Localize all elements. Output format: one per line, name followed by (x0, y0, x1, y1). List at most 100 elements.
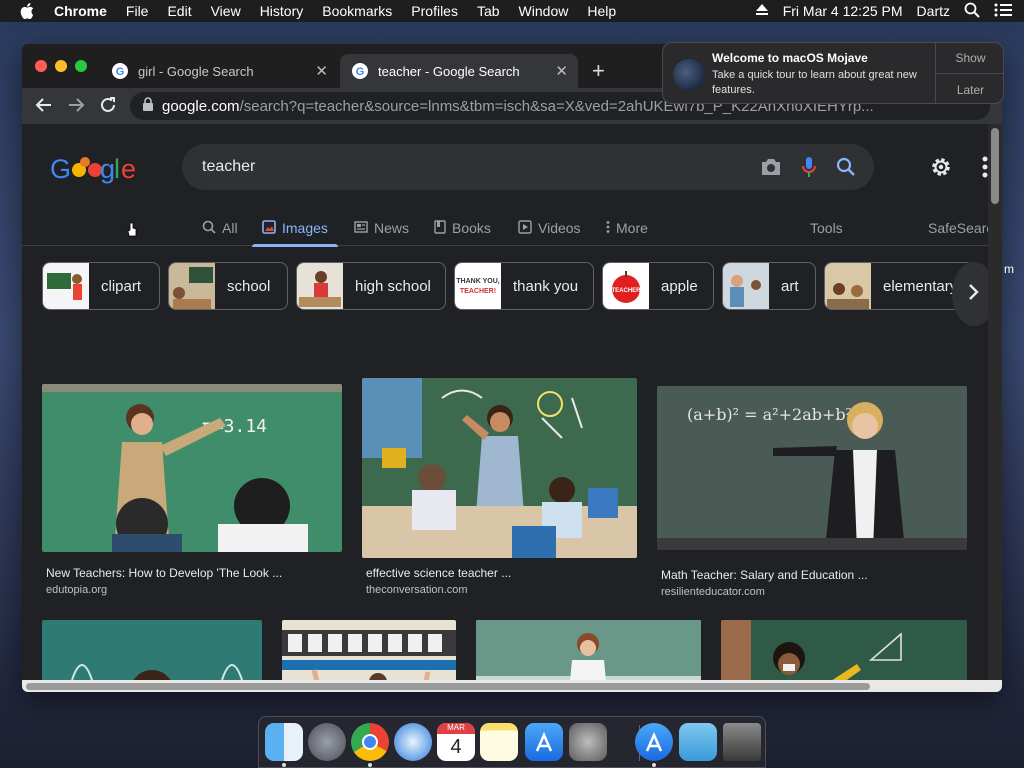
menu-bookmarks[interactable]: Bookmarks (322, 3, 392, 19)
safari-icon[interactable] (394, 723, 432, 761)
result-title[interactable]: effective science teacher ... (366, 566, 511, 580)
menu-file[interactable]: File (126, 3, 149, 19)
tab-books[interactable]: Books (434, 210, 491, 246)
result-thumbnail[interactable]: (a+b)² = a²+2ab+b² (657, 386, 967, 550)
lock-icon[interactable] (142, 97, 154, 115)
chip-label: elementary (883, 277, 958, 295)
result-thumbnail[interactable] (42, 620, 262, 680)
chip-thank-you[interactable]: THANK YOU, TEACHER! thank you (454, 262, 594, 310)
voice-search-icon[interactable] (802, 156, 816, 183)
menu-profiles[interactable]: Profiles (411, 3, 458, 19)
chip-school[interactable]: school (168, 262, 288, 310)
close-tab-icon[interactable]: ✕ (555, 62, 568, 80)
calendar-icon[interactable]: MAR 4 (437, 723, 475, 761)
minimize-window-button[interactable] (55, 60, 67, 72)
chip-elementary[interactable]: elementary (824, 262, 974, 310)
finder-icon[interactable] (265, 723, 303, 761)
app-store-download-icon[interactable] (635, 723, 673, 761)
menu-view[interactable]: View (211, 3, 241, 19)
tab-girl-search[interactable]: G girl - Google Search ✕ (100, 54, 338, 88)
chips-next-button[interactable] (952, 262, 988, 326)
app-store-icon[interactable] (525, 723, 563, 761)
scrollbar-thumb[interactable] (991, 128, 999, 204)
tab-videos[interactable]: Videos (518, 210, 581, 246)
image-result[interactable]: effective science teacher ... theconvers… (362, 378, 637, 604)
chip-apple[interactable]: TEACHER apple (602, 262, 714, 310)
result-source[interactable]: edutopia.org (46, 584, 107, 596)
tab-images[interactable]: Images (252, 210, 338, 247)
result-thumbnail[interactable] (721, 620, 967, 680)
tools-button[interactable]: Tools (810, 210, 843, 246)
back-button[interactable] (34, 96, 54, 116)
tab-news[interactable]: News (354, 210, 409, 246)
mojave-icon (673, 59, 705, 91)
chalkboard-text: (a+b)² = a²+2ab+b² (687, 405, 852, 424)
new-tab-button[interactable]: + (592, 58, 605, 84)
image-result[interactable]: π=3.14 New Teachers: How to Develop 'The… (42, 384, 342, 604)
notification-show-button[interactable]: Show (936, 43, 1003, 74)
horizontal-scrollbar[interactable] (22, 680, 1002, 692)
result-thumbnail[interactable] (362, 378, 637, 558)
result-thumbnail[interactable] (282, 620, 456, 680)
close-tab-icon[interactable]: ✕ (315, 62, 328, 80)
result-source[interactable]: resilienteducator.com (661, 586, 765, 598)
notification-later-button[interactable]: Later (936, 74, 1003, 103)
image-result[interactable] (282, 620, 456, 680)
tab-teacher-search[interactable]: G teacher - Google Search ✕ (340, 54, 578, 88)
menu-help[interactable]: Help (587, 3, 616, 19)
menu-clock[interactable]: Fri Mar 4 12:25 PM (783, 3, 903, 19)
chrome-icon[interactable] (351, 723, 389, 761)
calendar-day: 4 (450, 736, 462, 758)
search-icon[interactable] (836, 157, 856, 182)
image-result[interactable] (721, 620, 967, 680)
chip-art[interactable]: art (722, 262, 816, 310)
apple-icon[interactable] (20, 3, 34, 19)
search-tabs: All Images News Books Videos More Tools … (22, 210, 988, 247)
forward-button[interactable] (66, 96, 86, 116)
safesearch-button[interactable]: SafeSearch (928, 210, 988, 246)
notification-center-icon[interactable] (994, 3, 1012, 20)
tab-label: More (616, 220, 648, 236)
trash-icon[interactable] (723, 723, 761, 761)
tab-label: Books (452, 220, 491, 236)
launchpad-icon[interactable] (308, 723, 346, 761)
search-input[interactable]: teacher (182, 144, 874, 190)
result-thumbnail[interactable] (476, 620, 701, 680)
chip-high-school[interactable]: high school (296, 262, 446, 310)
eject-icon[interactable] (755, 3, 769, 19)
result-source[interactable]: theconversation.com (366, 584, 468, 596)
reload-button[interactable] (98, 96, 118, 116)
svg-text:THANK YOU,: THANK YOU, (456, 278, 499, 285)
image-result[interactable] (476, 620, 701, 680)
google-doodle-logo[interactable]: G g l e (48, 148, 138, 188)
downloads-folder-icon[interactable] (679, 723, 717, 761)
tab-all[interactable]: All (202, 210, 238, 246)
dock: MAR 4 (258, 716, 766, 768)
menu-app-name[interactable]: Chrome (54, 3, 107, 19)
chip-label: clipart (101, 277, 142, 295)
result-thumbnail[interactable]: π=3.14 (42, 384, 342, 552)
zoom-window-button[interactable] (75, 60, 87, 72)
system-preferences-icon[interactable] (569, 723, 607, 761)
result-title[interactable]: New Teachers: How to Develop 'The Look .… (46, 566, 282, 580)
menu-window[interactable]: Window (519, 3, 569, 19)
chip-clipart[interactable]: clipart (42, 262, 160, 310)
video-icon (518, 219, 532, 237)
spotlight-icon[interactable] (964, 2, 980, 21)
menu-history[interactable]: History (260, 3, 304, 19)
close-window-button[interactable] (35, 60, 47, 72)
image-result[interactable] (42, 620, 262, 680)
tab-more[interactable]: More (606, 210, 648, 246)
notes-icon[interactable] (480, 723, 518, 761)
macos-notification[interactable]: Welcome to macOS Mojave Take a quick tou… (662, 42, 1004, 104)
camera-search-icon[interactable] (760, 157, 782, 182)
menu-tab[interactable]: Tab (477, 3, 500, 19)
scrollbar-thumb[interactable] (26, 683, 870, 690)
menu-edit[interactable]: Edit (167, 3, 191, 19)
image-result[interactable]: (a+b)² = a²+2ab+b² Math Teacher: Salary … (657, 386, 967, 604)
result-title[interactable]: Math Teacher: Salary and Education ... (661, 568, 868, 582)
menu-user[interactable]: Dartz (917, 3, 950, 19)
svg-text:TEACHER: TEACHER (611, 288, 641, 294)
settings-gear-icon[interactable] (930, 156, 952, 178)
vertical-scrollbar[interactable] (988, 124, 1002, 680)
